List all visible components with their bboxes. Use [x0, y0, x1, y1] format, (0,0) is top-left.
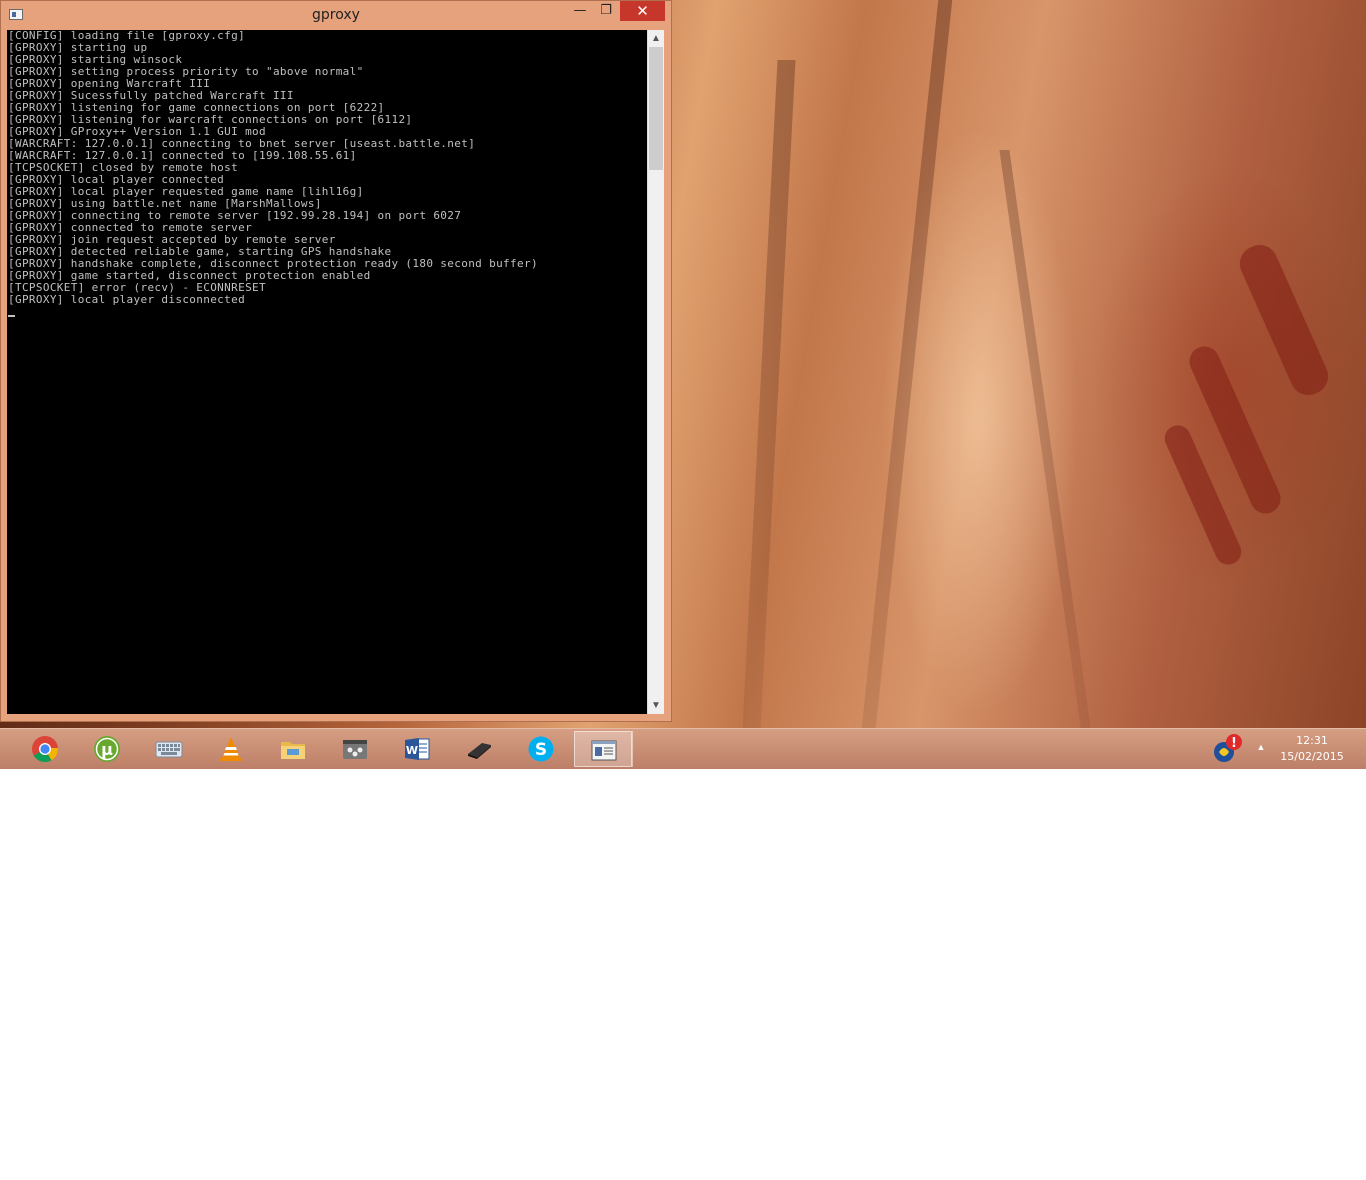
- vertical-scrollbar[interactable]: ▲ ▼: [647, 30, 664, 714]
- scroll-down-arrow-icon[interactable]: ▼: [648, 697, 664, 714]
- taskbar-button-vlc[interactable]: [202, 731, 260, 767]
- taskbar-button-file-explorer[interactable]: [264, 731, 322, 767]
- clock-time: 12:31: [1296, 734, 1328, 747]
- keyboard-icon: [155, 741, 183, 758]
- word-icon: W: [405, 738, 430, 760]
- console-line: [GPROXY] local player disconnected: [8, 293, 246, 306]
- video-editor-icon: [343, 740, 367, 759]
- wallpaper-rock-crack: [999, 150, 1091, 728]
- wallpaper-rock-crack: [742, 60, 796, 728]
- gproxy-window-icon: [591, 740, 617, 761]
- scroll-up-arrow-icon[interactable]: ▲: [648, 30, 664, 47]
- console-output[interactable]: [CONFIG] loading file [gproxy.cfg] [GPROX…: [7, 30, 647, 714]
- wallpaper-rock-crack: [861, 0, 953, 728]
- taskbar-button-chrome[interactable]: [16, 731, 74, 767]
- console-device-icon: [468, 743, 491, 759]
- taskbar-button-console-device[interactable]: [450, 731, 508, 767]
- gproxy-console-window[interactable]: gproxy — ❐ ✕ [CONFIG] loading file [gpro…: [0, 0, 672, 722]
- skype-letter: S: [535, 740, 547, 760]
- file-explorer-icon: [281, 742, 305, 759]
- clock-date: 15/02/2015: [1280, 750, 1344, 763]
- minimize-button[interactable]: —: [567, 1, 593, 21]
- taskbar-button-skype[interactable]: S: [512, 731, 570, 767]
- show-hidden-icons-arrow-icon[interactable]: ▲: [1255, 741, 1267, 753]
- wallpaper-rock-art: [1234, 239, 1334, 401]
- chrome-icon: [32, 736, 58, 763]
- window-titlebar[interactable]: gproxy — ❐ ✕: [1, 1, 671, 30]
- text-cursor: [8, 315, 15, 317]
- warning-glyph: !: [1231, 736, 1237, 751]
- taskbar-button-utorrent[interactable]: µ: [78, 731, 136, 767]
- skype-icon: S: [528, 736, 554, 762]
- taskbar: µ W S: [0, 728, 1366, 769]
- word-letter: W: [406, 744, 418, 757]
- taskbar-button-keyboard[interactable]: [140, 731, 198, 767]
- utorrent-icon: µ: [94, 736, 120, 762]
- utorrent-letter: µ: [101, 740, 113, 759]
- taskbar-separator: [632, 731, 633, 767]
- restore-button[interactable]: ❐: [593, 1, 619, 21]
- console-log: [CONFIG] loading file [gproxy.cfg] [GPROX…: [7, 30, 647, 306]
- action-center-warning-icon[interactable]: !: [1212, 732, 1242, 764]
- taskbar-button-word[interactable]: W: [388, 731, 446, 767]
- system-clock[interactable]: 12:31 15/02/2015: [1276, 733, 1348, 765]
- taskbar-button-video-editor[interactable]: [326, 731, 384, 767]
- scrollbar-thumb[interactable]: [649, 47, 663, 170]
- taskbar-button-gproxy[interactable]: [574, 731, 632, 767]
- close-button[interactable]: ✕: [620, 1, 665, 21]
- vlc-icon: [220, 737, 242, 761]
